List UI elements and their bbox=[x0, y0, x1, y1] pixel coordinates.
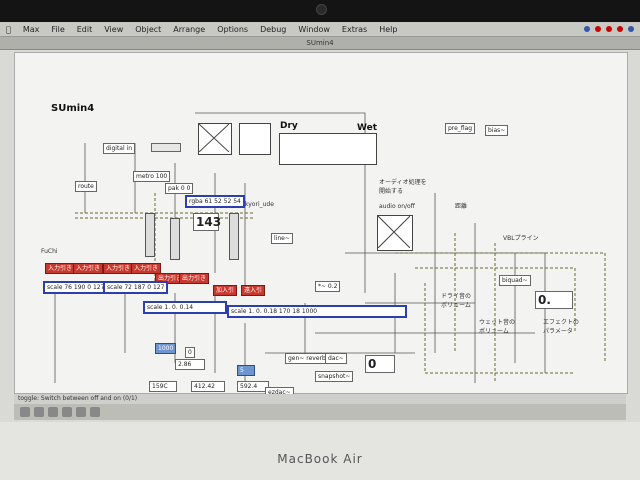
scale-c-args: 1. 0. 0.14 bbox=[164, 304, 194, 311]
obj-pre-flag[interactable]: pre_flag bbox=[445, 123, 476, 134]
number-0-large[interactable]: 0 bbox=[365, 355, 395, 373]
grid-icon[interactable] bbox=[48, 407, 58, 417]
patch-title: SUmin4 bbox=[51, 103, 95, 114]
presentation-icon[interactable] bbox=[34, 407, 44, 417]
obj-line[interactable]: line~ bbox=[271, 233, 293, 244]
fuchi-label: FuChi bbox=[41, 248, 58, 255]
obj-bias[interactable]: bias~ bbox=[485, 125, 509, 136]
obj-rgba[interactable]: rgba 61 52 52 54 bbox=[185, 195, 245, 208]
slider-1[interactable] bbox=[145, 213, 155, 257]
red-button-6[interactable]: 出力引き bbox=[179, 273, 210, 284]
number-412[interactable]: 412.42 bbox=[191, 381, 225, 392]
obj-scale-b[interactable]: scale 72 187 0 127 bbox=[103, 281, 169, 294]
record-icon[interactable] bbox=[595, 26, 601, 32]
menu-help[interactable]: Help bbox=[373, 25, 403, 34]
window-title: SUmin4 bbox=[306, 39, 334, 47]
record-icon[interactable] bbox=[606, 26, 612, 32]
brand-label: MacBook Air bbox=[277, 452, 363, 466]
kyori-kanji-label: 距離 bbox=[455, 203, 468, 210]
menu-view[interactable]: View bbox=[98, 25, 129, 34]
lock-icon[interactable] bbox=[20, 407, 30, 417]
number-1000[interactable]: 1000 bbox=[155, 343, 177, 354]
audio-onoff-matrix[interactable] bbox=[377, 215, 413, 251]
slider-2[interactable] bbox=[170, 218, 180, 260]
obj-biquad[interactable]: biquad~ bbox=[499, 275, 531, 286]
red-button-2[interactable]: 入力引き bbox=[73, 263, 104, 274]
wifi-icon[interactable] bbox=[628, 26, 634, 32]
menu-options[interactable]: Options bbox=[211, 25, 254, 34]
screen:  Max File Edit View Object Arrange Opti… bbox=[0, 22, 640, 422]
laptop-bezel-top bbox=[0, 0, 640, 22]
menu-edit[interactable]: Edit bbox=[71, 25, 99, 34]
window-titlebar[interactable]: SUmin4 bbox=[0, 37, 640, 50]
menu-max[interactable]: Max bbox=[17, 25, 46, 34]
menu-arrange[interactable]: Arrange bbox=[167, 25, 211, 34]
scale-d-args: 1. 0. 0.18 170 18 1000 bbox=[248, 308, 318, 315]
laptop-bezel-bottom: MacBook Air bbox=[0, 422, 640, 480]
new-object-icon[interactable] bbox=[62, 407, 72, 417]
vbl-label: VBLプライン bbox=[503, 235, 539, 242]
menu-bar:  Max File Edit View Object Arrange Opti… bbox=[0, 22, 640, 37]
status-bar: toggle: Switch between off and on (0/1) bbox=[14, 394, 626, 404]
menu-window[interactable]: Window bbox=[292, 25, 336, 34]
slider-3[interactable] bbox=[229, 213, 239, 260]
obj-gen-reverb[interactable]: gen~ reverb bbox=[285, 353, 329, 364]
audio-onoff-label: audio on/off bbox=[379, 203, 415, 210]
effect-param-label: エフェクトの パラメータ bbox=[543, 319, 580, 335]
number-5[interactable]: 5 bbox=[237, 365, 255, 376]
apple-icon[interactable]:  bbox=[0, 25, 17, 34]
wet-volume-label: ウェット音の ボリューム bbox=[479, 319, 516, 335]
record-icon[interactable] bbox=[617, 26, 623, 32]
kyori-label: kyori_ude bbox=[245, 201, 274, 208]
number-0[interactable]: 0 bbox=[185, 347, 195, 358]
scale-d-name: scale bbox=[231, 308, 247, 315]
patch-cords bbox=[54, 112, 606, 383]
webcam bbox=[316, 4, 327, 15]
obj-toggle-metro[interactable]: metro 100 bbox=[133, 171, 171, 182]
wet-label: Wet bbox=[357, 123, 378, 133]
number-2-86[interactable]: 2.86 bbox=[175, 359, 205, 370]
number-159[interactable]: 159C bbox=[149, 381, 177, 392]
obj-scale-c[interactable]: scale 1. 0. 0.14 bbox=[143, 301, 227, 314]
obj-mul[interactable]: *~ 0.2 bbox=[315, 281, 341, 292]
red-button-3[interactable]: 入力引き bbox=[103, 263, 134, 274]
inspector-icon[interactable] bbox=[76, 407, 86, 417]
scale-c-name: scale bbox=[147, 304, 163, 311]
dry-panel[interactable] bbox=[239, 123, 271, 155]
obj-loadbang[interactable]: digital in bbox=[103, 143, 136, 154]
dropbox-icon[interactable] bbox=[584, 26, 590, 32]
dry-volume-label: ドライ音の ボリューム bbox=[441, 293, 472, 309]
obj-scale-d[interactable]: scale 1. 0. 0.18 170 18 1000 bbox=[227, 305, 407, 318]
channel-label: オーディオ処理を 開始する bbox=[379, 179, 427, 195]
menu-extras[interactable]: Extras bbox=[336, 25, 373, 34]
zoom-icon[interactable] bbox=[90, 407, 100, 417]
red-button-1[interactable]: 入力引き bbox=[45, 263, 76, 274]
obj-udp[interactable] bbox=[151, 143, 181, 152]
patcher-toolbar bbox=[14, 404, 626, 420]
obj-pak[interactable]: pak 0 0 bbox=[165, 183, 194, 194]
obj-dac[interactable]: dac~ bbox=[325, 353, 347, 364]
red-button-8[interactable]: 遠入引 bbox=[241, 285, 266, 296]
status-icons bbox=[584, 26, 640, 32]
menu-file[interactable]: File bbox=[45, 25, 70, 34]
dry-label: Dry bbox=[280, 121, 298, 131]
video-matrix[interactable] bbox=[198, 123, 232, 155]
wet-panel[interactable] bbox=[279, 133, 377, 165]
menu-object[interactable]: Object bbox=[129, 25, 167, 34]
number-143[interactable]: 143 bbox=[193, 213, 221, 231]
obj-snapshot[interactable]: snapshot~ bbox=[315, 371, 354, 382]
menu-debug[interactable]: Debug bbox=[254, 25, 292, 34]
obj-route[interactable]: route bbox=[75, 181, 97, 192]
number-zero-float[interactable]: 0. bbox=[535, 291, 573, 309]
patcher-canvas[interactable]: SUmin4 Dry Wet digital in route metro 10… bbox=[14, 52, 628, 398]
obj-scale-a[interactable]: scale 76 190 0 127 bbox=[43, 281, 109, 294]
red-button-7[interactable]: 加入引 bbox=[213, 285, 238, 296]
